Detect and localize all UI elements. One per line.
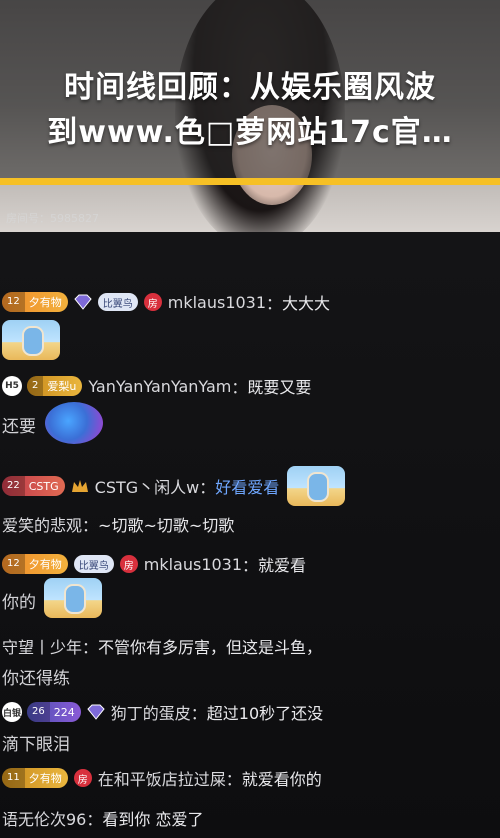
chat-message: 12 夕有物 比翼鸟 房 mklaus1031 ： 大大大 — [2, 290, 330, 314]
diamond-icon — [74, 294, 92, 310]
chat-text-continued: 还要 — [2, 417, 36, 437]
chat-username[interactable]: mklaus1031 — [144, 555, 242, 574]
room-admin-icon: 房 — [119, 555, 138, 573]
chat-colon: ： — [266, 294, 283, 313]
chat-text: ~切歌~切歌~切歌 — [98, 516, 235, 535]
fan-badge-name: 夕有物 — [28, 772, 62, 785]
headline-overlay: 时间线回顾：从娱乐圈风波 到www.色□萝网站17c官… — [0, 0, 500, 185]
chat-text: 既要又要 — [247, 378, 312, 397]
chat-text-continued: 滴下眼泪 — [2, 735, 70, 755]
chat-message: H5 2 爱梨u YanYanYanYanYam ： 既要又要 — [2, 374, 311, 398]
fan-badge-level: 2 — [27, 376, 44, 396]
level-medal-icon: H5 — [2, 376, 22, 396]
headline-line-1: 时间线回顾：从娱乐圈风波 — [64, 70, 436, 105]
fan-badge-level: 11 — [2, 768, 25, 788]
chat-text: 好看爱看 — [215, 478, 280, 497]
chat-colon: ： — [225, 770, 242, 789]
fan-badge-level: 12 — [2, 292, 25, 312]
chat-text: 超过10秒了还没 — [206, 704, 324, 723]
chat-colon: ： — [231, 378, 248, 397]
bird-badge: 比翼鸟 — [97, 293, 138, 311]
chat-message: 语无伦次96 ： 看到你 恋爱了 — [2, 806, 203, 830]
chat-colon: ： — [242, 556, 259, 575]
fan-badge-name: 爱梨u — [47, 380, 77, 393]
chat-message: 爱笑的悲观 ： ~切歌~切歌~切歌 — [2, 512, 234, 536]
chat-colon: ： — [190, 704, 207, 723]
dolphin-sticker — [45, 402, 103, 448]
fan-badge-name: 夕有物 — [28, 558, 62, 571]
headline-line-2: 到www.色□萝网站17c官… — [47, 115, 453, 150]
crown-icon — [71, 480, 88, 492]
fan-badge[interactable]: 2 爱梨u — [27, 376, 83, 396]
fan-badge-level: 12 — [2, 554, 25, 574]
chat-username[interactable]: 狗丁的蛋皮 — [111, 700, 191, 724]
chat-text: 不管你有多厉害，但这是斗鱼， — [98, 638, 323, 657]
bird-badge: 比翼鸟 — [73, 555, 114, 573]
chat-text-continued: 你的 — [2, 593, 36, 613]
chat-message: 12 夕有物 比翼鸟 房 mklaus1031 ： 就爱看 — [2, 552, 306, 576]
chat-text: 就爱看你的 — [241, 770, 322, 789]
sticker-image — [287, 466, 346, 506]
fan-badge[interactable]: 12 夕有物 — [2, 292, 68, 312]
room-admin-icon: 房 — [73, 769, 92, 787]
diamond-icon — [87, 704, 105, 720]
chat-username[interactable]: 爱笑的悲观 — [2, 512, 82, 536]
fan-badge-name: 夕有物 — [28, 296, 62, 309]
chat-username[interactable]: 在和平饭店拉过屎 — [98, 766, 226, 790]
chat-text: 就爱看 — [258, 556, 307, 575]
chat-message: 22 CSTG CSTG丶闲人w ： 好看爱看 — [2, 466, 346, 506]
fan-badge[interactable]: 12 夕有物 — [2, 554, 68, 574]
fan-badge-name: 224 — [53, 705, 75, 719]
chat-colon: ： — [82, 638, 99, 657]
chat-username[interactable]: mklaus1031 — [168, 293, 266, 312]
fan-badge-level: 22 — [2, 476, 25, 496]
chat-text: 看到你 恋爱了 — [102, 810, 204, 829]
fan-badge[interactable]: 26 224 — [27, 702, 81, 722]
fan-badge[interactable]: 11 夕有物 — [2, 768, 68, 788]
fan-badge[interactable]: 22 CSTG — [2, 476, 65, 496]
chat-text-continued: 你还得练 — [2, 669, 70, 689]
chat-username[interactable]: YanYanYanYanYam — [88, 377, 231, 396]
chat-message: 11 夕有物 房 在和平饭店拉过屎 ： 就爱看你的 — [2, 766, 322, 790]
chat-colon: ： — [86, 810, 103, 829]
silver-rank-icon: 白银 — [2, 702, 22, 722]
chat-username[interactable]: 语无伦次96 — [2, 806, 86, 830]
chat-text: 大大大 — [282, 294, 331, 313]
fan-badge-name: CSTG — [28, 479, 59, 493]
chat-colon: ： — [82, 516, 99, 535]
chat-username[interactable]: 守望丨少年 — [2, 634, 82, 658]
chat-username[interactable]: CSTG丶闲人w — [95, 474, 200, 498]
fan-badge-level: 26 — [27, 702, 50, 722]
chat-message: 守望丨少年 ： 不管你有多厉害，但这是斗鱼， — [2, 634, 322, 658]
sticker-image — [44, 578, 102, 622]
chat-colon: ： — [199, 478, 216, 497]
headline-accent-bar — [0, 178, 500, 185]
chat-panel: 12 夕有物 比翼鸟 房 mklaus1031 ： 大大大 H5 2 爱梨u Y… — [0, 232, 500, 838]
sticker-image — [2, 320, 60, 364]
room-admin-icon: 房 — [143, 293, 162, 311]
room-id-label: 房间号：5985827 — [6, 212, 99, 225]
chat-message: 白银 26 224 狗丁的蛋皮 ： 超过10秒了还没 — [2, 700, 323, 724]
